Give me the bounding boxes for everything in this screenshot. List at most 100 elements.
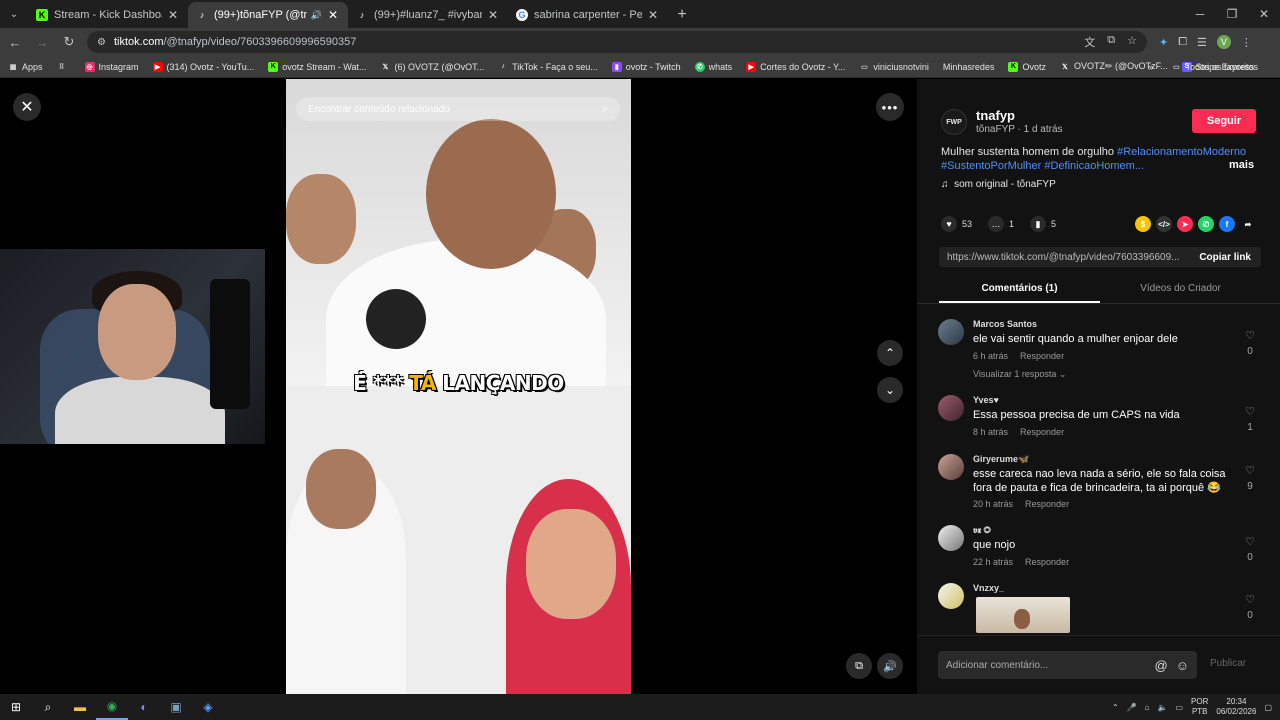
show-more-link[interactable]: mais — [1229, 159, 1254, 171]
comment-author[interactable]: Giryerume🦋 — [973, 454, 1029, 465]
previous-video-button[interactable]: ⌃ — [877, 340, 903, 366]
tab-creator-videos[interactable]: Vídeos do Criador — [1100, 279, 1261, 303]
comment-author[interactable]: 𝖛𝖝 ◎ — [973, 525, 991, 536]
extension-icon[interactable]: ✦ — [1159, 36, 1168, 49]
follow-button[interactable]: Seguir — [1192, 109, 1256, 133]
minimize-icon[interactable]: ─ — [1184, 0, 1216, 28]
embed-icon[interactable]: </> — [1156, 216, 1172, 232]
file-explorer-icon[interactable]: ▬ — [64, 694, 96, 720]
tab-google-search[interactable]: G sabrina carpenter - Pesquisa Go ✕ — [508, 2, 668, 28]
comment-author[interactable]: Marcos Santos — [973, 319, 1037, 329]
picture-in-picture-button[interactable]: ⧉ — [846, 653, 872, 679]
emoji-icon[interactable]: ☺ — [1176, 658, 1189, 673]
comment-input[interactable]: Adicionar comentário... @ ☺ — [938, 651, 1197, 679]
tab-kick-dashboard[interactable]: K Stream - Kick Dashboard ✕ — [28, 2, 188, 28]
tab-tiktok-tnafyp[interactable]: ♪ (99+)tõnaFYP (@tnafyp) | T 🔊 ✕ — [188, 2, 348, 28]
like-button[interactable]: ♥ 53 — [941, 216, 972, 232]
language-indicator[interactable]: POR PTB — [1191, 697, 1208, 717]
address-bar[interactable]: ⚙ tiktok.com/@tnafyp/video/7603396609996… — [87, 31, 1147, 53]
facebook-icon[interactable]: f — [1219, 216, 1235, 232]
reading-list-icon[interactable]: ☰ — [1197, 36, 1207, 49]
back-icon[interactable]: ← — [3, 30, 27, 54]
creator-name[interactable]: tnafyp — [976, 108, 1015, 123]
publish-button[interactable]: Publicar — [1210, 658, 1246, 669]
steam-icon[interactable]: ◈ — [192, 694, 224, 720]
search-icon[interactable]: ⌕ — [602, 103, 608, 116]
comment-like-icon[interactable]: ♡ — [1243, 329, 1257, 342]
bookmark-instagram[interactable]: ◎ Instagram — [84, 61, 139, 72]
reply-button[interactable]: Responder — [1025, 557, 1069, 567]
volume-button[interactable]: 🔊 — [877, 653, 903, 679]
clock[interactable]: 20:34 06/02/2026 — [1216, 697, 1256, 717]
hashtag-link[interactable]: #DefinicaoHomem... — [1044, 160, 1144, 172]
bookmark-youtube-ovotz[interactable]: ▶ (314) Ovotz - YouTu... — [152, 61, 254, 72]
close-tab-icon[interactable]: ✕ — [166, 8, 180, 22]
reply-button[interactable]: Responder — [1020, 351, 1064, 361]
windows-start-icon[interactable]: ⊞ — [0, 694, 32, 720]
microphone-icon[interactable]: 🎤 — [1127, 703, 1137, 712]
send-icon[interactable]: ➤ — [1177, 216, 1193, 232]
bookmark-cortes[interactable]: ▶ Cortes do Ovotz - Y... — [746, 61, 845, 72]
reply-button[interactable]: Responder — [1025, 499, 1069, 509]
install-app-icon[interactable]: ⧉ — [1107, 34, 1115, 50]
next-video-button[interactable]: ⌄ — [877, 377, 903, 403]
tab-comments[interactable]: Comentários (1) — [939, 279, 1100, 303]
bookmark-kick-stream[interactable]: Kovotz Stream - Wat... — [268, 61, 366, 72]
coin-icon[interactable]: $ — [1135, 216, 1151, 232]
profile-avatar[interactable]: V — [1216, 35, 1231, 49]
tab-tiktok-luanz7[interactable]: ♪ (99+)#luanz7_ #ivybanks #casa ✕ — [348, 2, 508, 28]
comment-like-icon[interactable]: ♡ — [1243, 593, 1257, 606]
sound-link[interactable]: ♫ som original - tõnaFYP — [941, 179, 1056, 190]
site-info-icon[interactable]: ⚙ — [97, 37, 106, 48]
network-icon[interactable]: ⌂ — [1145, 703, 1150, 712]
browser-menu-icon[interactable]: ⋮ — [1241, 36, 1252, 49]
close-video-button[interactable]: ✕ — [13, 93, 41, 121]
comment-like-icon[interactable]: ♡ — [1243, 464, 1257, 477]
bookmark-x-ovotz[interactable]: 𝕏 (6) OVOTZ (@OvOT... — [380, 62, 484, 72]
bookmark-whats[interactable]: ✆ whats — [694, 61, 732, 72]
bookmark-minhasredes[interactable]: Minhasredes — [943, 62, 995, 72]
save-button[interactable]: ▮ 5 — [1030, 216, 1056, 232]
bookmark-star-icon[interactable]: ☆ — [1127, 34, 1137, 50]
bookmark-apps[interactable]: ▦ Apps — [8, 62, 43, 72]
discord-icon[interactable]: ◐ — [128, 694, 160, 720]
avatar[interactable] — [938, 395, 964, 421]
tray-expand-icon[interactable]: ⌃ — [1112, 703, 1119, 712]
copy-link-button[interactable]: Copiar link — [1189, 252, 1261, 263]
forward-icon[interactable]: → — [30, 30, 54, 54]
creator-avatar[interactable]: FWP — [941, 109, 967, 135]
bookmark-twitch[interactable]: ▮ ovotz - Twitch — [611, 61, 681, 72]
avatar[interactable] — [938, 525, 964, 551]
all-bookmarks-folder[interactable]: ▭ Todos os favoritos — [1171, 62, 1258, 72]
avatar[interactable] — [938, 454, 964, 480]
app-icon[interactable]: ▣ — [160, 694, 192, 720]
hashtag-link[interactable]: #SustentoPorMulher — [941, 160, 1041, 172]
comment-like-icon[interactable]: ♡ — [1243, 535, 1257, 548]
speaker-icon[interactable]: 🔊 — [311, 10, 322, 21]
comment-like-icon[interactable]: ♡ — [1243, 405, 1257, 418]
avatar[interactable] — [938, 319, 964, 345]
speaker-icon[interactable]: 🔈 — [1158, 703, 1168, 712]
comment-image[interactable] — [976, 597, 1070, 633]
reply-button[interactable]: Responder — [1020, 427, 1064, 437]
power-icon[interactable]: ▭ — [1175, 703, 1183, 712]
bookmark-viniciusnotvini[interactable]: ▭ viniciusnotvini — [859, 62, 929, 72]
comment-button[interactable]: … 1 — [988, 216, 1014, 232]
whatsapp-icon[interactable]: ✆ — [1198, 216, 1214, 232]
avatar[interactable] — [938, 583, 964, 609]
extensions-puzzle-icon[interactable]: ⧠ — [1178, 36, 1187, 49]
related-search-input[interactable]: Encontrar conteúdo relacionado ⌕ — [296, 97, 620, 121]
bookmark-grid[interactable]: ⠿ — [57, 62, 71, 72]
bookmark-ovotz[interactable]: K Ovotz — [1008, 61, 1046, 72]
bookmark-tiktok[interactable]: ♪ TikTok - Faça o seu... — [498, 62, 597, 72]
search-icon[interactable]: ⌕ — [32, 694, 64, 720]
new-tab-button[interactable]: + — [668, 2, 696, 28]
share-arrow-icon[interactable]: ➦ — [1240, 216, 1256, 232]
close-tab-icon[interactable]: ✕ — [646, 8, 660, 22]
restore-icon[interactable]: ❐ — [1216, 0, 1248, 28]
comment-author[interactable]: Yves♥ — [973, 395, 999, 405]
view-replies-button[interactable]: Visualizar 1 resposta ⌄ — [973, 369, 1066, 380]
mention-icon[interactable]: @ — [1155, 658, 1168, 673]
chrome-icon[interactable]: ◉ — [96, 694, 128, 720]
video-player[interactable]: Encontrar conteúdo relacionado ⌕ É *** T… — [286, 79, 631, 694]
